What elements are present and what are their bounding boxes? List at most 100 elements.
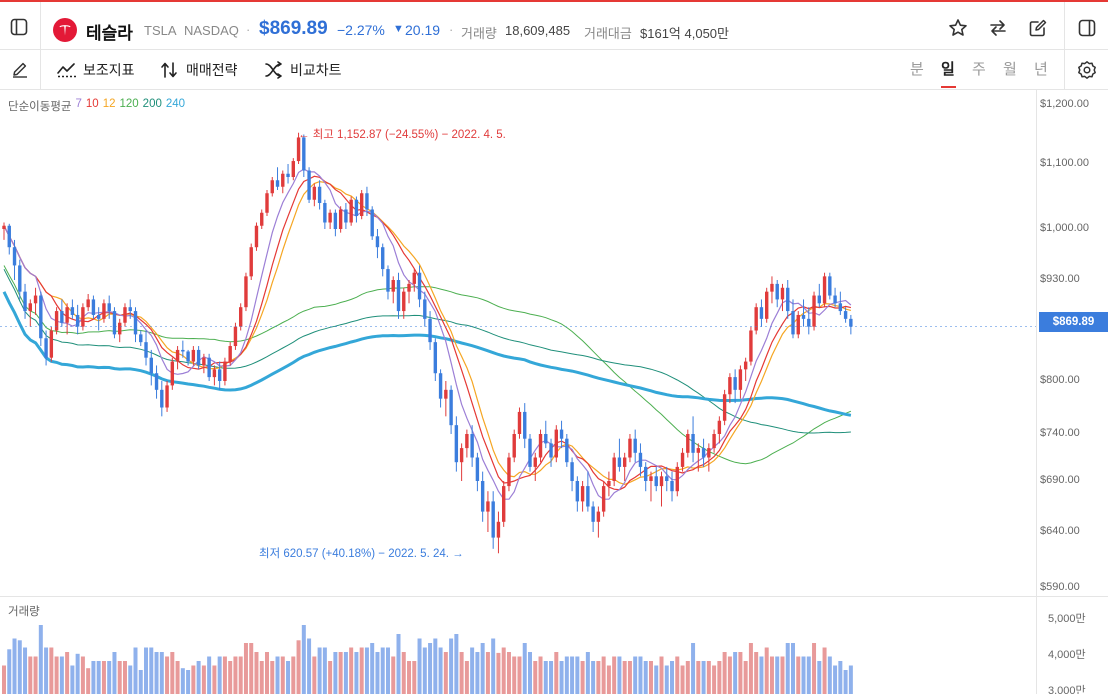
candle xyxy=(96,307,101,331)
candle xyxy=(770,276,774,304)
stock-ticker: TSLA xyxy=(144,23,177,38)
volume-bar xyxy=(128,665,133,694)
sidebar-right-toggle-icon[interactable] xyxy=(1074,15,1100,41)
period-month-tab[interactable]: 월 xyxy=(1003,58,1017,79)
volume-bar xyxy=(428,643,433,694)
candle xyxy=(265,190,269,216)
volume-bar xyxy=(354,652,359,694)
volume-bar xyxy=(827,656,832,694)
price-axis-label: $640.00 xyxy=(1040,525,1080,537)
candle xyxy=(822,272,827,308)
settings-gear-icon[interactable] xyxy=(1074,57,1100,83)
volume-bar xyxy=(28,656,33,694)
volume-bar xyxy=(785,643,790,694)
candle xyxy=(28,299,32,327)
price-change-amount: 20.19 xyxy=(405,22,441,38)
volume-bar xyxy=(506,652,511,694)
candle xyxy=(375,229,380,259)
swap-arrows-icon[interactable] xyxy=(985,15,1011,41)
indicators-button[interactable]: 보조지표 xyxy=(57,58,135,82)
volume-bar xyxy=(538,656,543,694)
current-price-tag: $869.89 xyxy=(1039,312,1108,332)
volume-bar xyxy=(496,652,501,694)
volume-bar xyxy=(791,643,795,694)
candle xyxy=(649,471,653,502)
indicators-label: 보조지표 xyxy=(83,62,135,78)
period-week-tab[interactable]: 주 xyxy=(972,58,986,79)
high-price-annotation: ← 최고 1,152.87 (−24.55%) − 2022. 4. 5. xyxy=(298,129,506,141)
volume-bar xyxy=(717,661,722,694)
volume-bar xyxy=(775,656,780,694)
volume-bar xyxy=(54,656,59,694)
volume-bar xyxy=(706,661,711,694)
candle xyxy=(565,434,569,467)
candle xyxy=(154,365,159,399)
volume-bar xyxy=(575,656,580,694)
candlestick-chart[interactable] xyxy=(0,90,1036,595)
strategy-label: 매매전략 xyxy=(186,62,238,78)
volume-bar xyxy=(107,661,112,694)
candle xyxy=(533,452,537,481)
edit-note-icon[interactable] xyxy=(1025,15,1051,41)
candle xyxy=(638,443,643,477)
volume-bar xyxy=(701,661,706,694)
volume-bar xyxy=(86,668,91,694)
volume-axis-label: 5,000만 xyxy=(1048,613,1086,625)
candle xyxy=(759,299,764,327)
period-minute-tab[interactable]: 분 xyxy=(910,58,924,79)
volume-bar xyxy=(228,661,233,694)
volume-bar xyxy=(286,661,291,694)
volume-bar xyxy=(449,638,454,694)
candle xyxy=(260,209,264,229)
volume-bar xyxy=(606,665,611,694)
candle xyxy=(722,389,727,426)
volume-bar xyxy=(217,656,222,694)
volume-bar xyxy=(585,652,590,694)
volume-bar xyxy=(385,647,390,694)
period-day-tab[interactable]: 일 xyxy=(941,58,955,79)
candle xyxy=(281,170,285,194)
period-year-tab[interactable]: 년 xyxy=(1034,58,1048,79)
volume-bar xyxy=(417,638,422,694)
ma-120-line xyxy=(3,265,852,465)
draw-pencil-icon[interactable] xyxy=(8,57,32,81)
volume-bar xyxy=(522,643,527,694)
volume-bar xyxy=(722,652,727,694)
volume-bar xyxy=(464,661,469,694)
volume-bar xyxy=(23,647,28,694)
volume-bar xyxy=(212,665,217,694)
candle xyxy=(738,365,743,399)
strategy-button[interactable]: 매매전략 xyxy=(160,58,238,82)
candle xyxy=(502,481,506,527)
candle xyxy=(728,373,732,404)
star-icon[interactable] xyxy=(945,15,971,41)
volume-bar xyxy=(49,647,54,694)
volume-bar xyxy=(401,652,406,694)
volume-bar xyxy=(149,647,154,694)
volume-bar xyxy=(243,643,248,694)
candle xyxy=(118,318,122,343)
candle xyxy=(381,243,385,277)
candle xyxy=(165,381,169,412)
volume-bar xyxy=(265,652,269,694)
candle xyxy=(386,265,390,300)
volume-bar xyxy=(233,656,238,694)
volume-bar xyxy=(491,638,496,694)
volume-bar xyxy=(186,670,191,694)
price-axis-label: $1,000.00 xyxy=(1040,222,1089,234)
sidebar-left-toggle-icon[interactable] xyxy=(6,14,32,40)
candle xyxy=(465,429,469,458)
price-axis-label: $1,200.00 xyxy=(1040,98,1089,110)
candle xyxy=(743,357,748,381)
candle xyxy=(275,167,280,190)
compare-chart-button[interactable]: 비교차트 xyxy=(264,58,342,82)
candle xyxy=(586,471,590,512)
candle xyxy=(75,304,80,335)
volume-bar xyxy=(301,625,306,694)
candle xyxy=(712,429,716,453)
volume-bar xyxy=(733,652,738,694)
candle xyxy=(12,239,17,280)
volume-bar xyxy=(754,652,759,694)
volume-bar xyxy=(154,652,159,694)
volume-bar xyxy=(44,647,49,694)
